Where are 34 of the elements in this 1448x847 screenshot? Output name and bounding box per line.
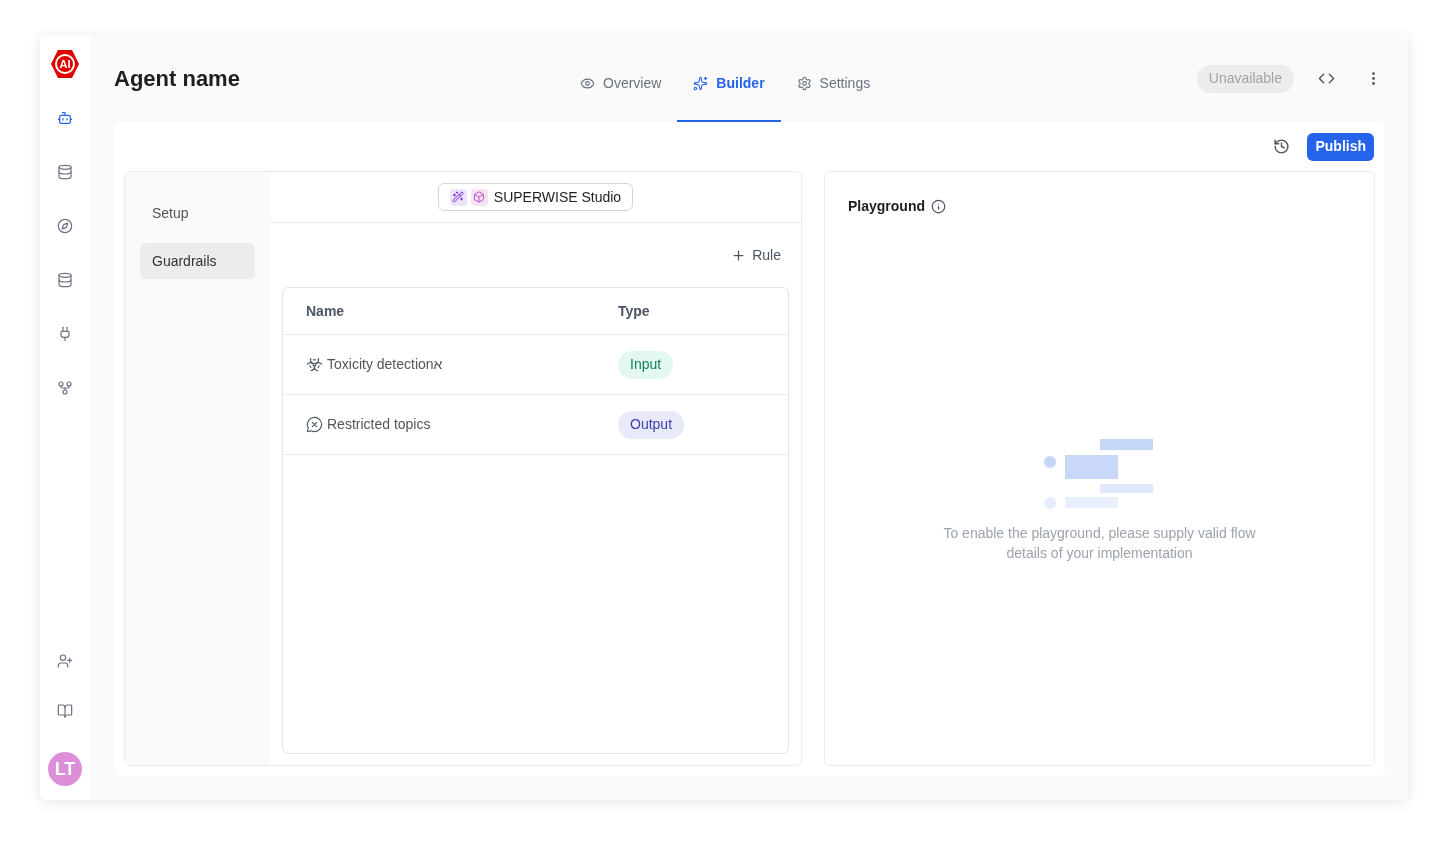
publish-button[interactable]: Publish <box>1307 132 1374 161</box>
settings-icon <box>796 76 812 91</box>
panel-title: Playground <box>848 197 925 216</box>
nav-item[interactable]: Guardrails <box>140 243 255 279</box>
sparkles-icon <box>693 76 709 91</box>
biohazard-icon <box>306 356 323 373</box>
type-badge: Input <box>618 350 674 379</box>
add-rule-button[interactable]: Rule <box>731 244 781 266</box>
compass-icon[interactable] <box>56 217 74 235</box>
tab[interactable]: Overview <box>564 35 678 122</box>
fork-icon[interactable] <box>56 379 74 397</box>
info-icon[interactable] <box>931 199 946 214</box>
cube-icon <box>470 188 488 206</box>
table-cell-text: Restricted topics <box>327 415 431 434</box>
nav-item[interactable]: Setup <box>140 195 255 231</box>
chat-cross-icon <box>306 416 323 433</box>
empty-state-message: To enable the playground, please supply valid flow details of your implementation <box>942 524 1257 563</box>
column-header: Name <box>305 301 346 321</box>
studio-chip[interactable]: SUPERWISE Studio <box>437 183 634 211</box>
database-icon[interactable] <box>56 163 74 181</box>
tab[interactable]: Settings <box>780 35 887 122</box>
robot-icon[interactable] <box>56 109 74 127</box>
book-icon[interactable] <box>56 702 74 720</box>
type-badge: Output <box>618 410 685 439</box>
history-icon[interactable] <box>1273 138 1291 155</box>
database-icon[interactable] <box>56 271 74 289</box>
eye-icon <box>580 76 595 91</box>
magic-wand-icon <box>449 188 467 206</box>
table-cell-text: Toxicity detectionא <box>327 355 443 374</box>
page-title: Agent name <box>114 65 241 93</box>
logo[interactable]: AI <box>51 50 79 78</box>
plus-icon <box>731 247 747 263</box>
column-header: Type <box>618 301 650 321</box>
add-user-icon[interactable] <box>56 652 74 670</box>
